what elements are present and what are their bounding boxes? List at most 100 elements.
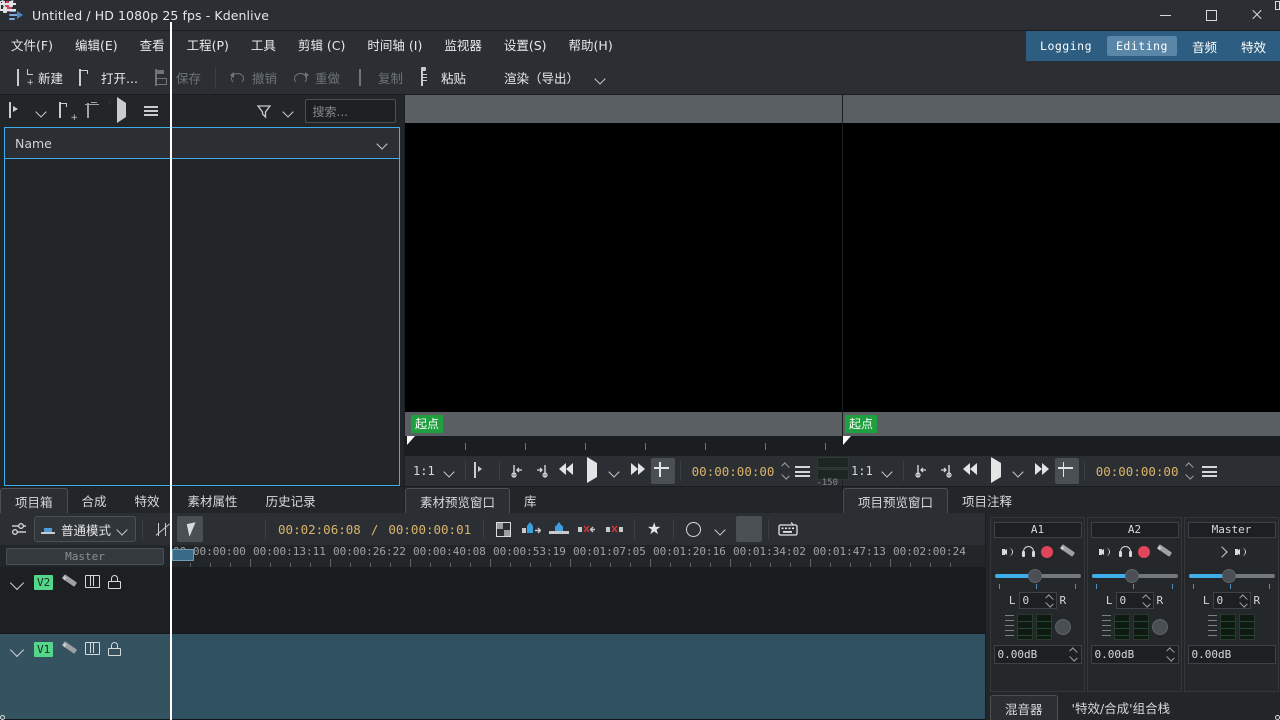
layout-tab-effects[interactable]: 特效 (1232, 34, 1275, 59)
rewind-button[interactable] (555, 458, 579, 484)
save-project-button[interactable]: 保存 (146, 65, 209, 90)
clip-monitor-timecode[interactable]: 00:00:00:00 (686, 464, 781, 479)
volume-spinner[interactable] (1166, 647, 1175, 662)
menu-help[interactable]: 帮助(H) (558, 31, 624, 61)
project-crop-button[interactable] (1055, 458, 1079, 484)
pan-spinner[interactable] (1239, 594, 1248, 608)
timeline-position-timecode[interactable]: 00:02:06:08 (272, 522, 367, 537)
tab-effects[interactable]: 特效 (121, 488, 174, 513)
project-play-button[interactable] (984, 458, 1008, 484)
menu-timeline[interactable]: 时间轴 (I) (356, 31, 433, 61)
mixer-strip-name-a1[interactable]: A1 (994, 522, 1082, 538)
timeline-zone-indicator[interactable] (172, 549, 194, 561)
minimize-button[interactable] (1142, 0, 1188, 31)
mute-speaker-icon[interactable] (1235, 546, 1249, 558)
overwrite-zone-button[interactable] (546, 516, 572, 542)
volume-field-a2[interactable]: 0.00dB (1091, 645, 1179, 664)
undo-button[interactable]: 撤销 (222, 65, 285, 90)
layout-tab-audio[interactable]: 音频 (1183, 34, 1226, 59)
clip-monitor-playhead[interactable] (407, 436, 415, 445)
lift-zone-button[interactable] (602, 516, 628, 542)
project-zone-start-marker[interactable]: 起点 (845, 415, 877, 433)
menu-tool[interactable]: 工具 (240, 31, 287, 61)
video-track-icon[interactable] (85, 642, 100, 655)
lock-track-icon[interactable] (108, 575, 121, 589)
track-name-v1[interactable]: V1 (34, 642, 53, 657)
tab-mixer[interactable]: 混音器 (990, 695, 1058, 720)
project-monitor-timecode[interactable]: 00:00:00:00 (1090, 464, 1185, 479)
play-options-button[interactable] (605, 458, 625, 484)
edit-mode-select[interactable]: 普通模式 (34, 516, 136, 542)
forward-button[interactable] (626, 458, 650, 484)
project-monitor-video[interactable] (843, 123, 1280, 412)
mixer-strip-name-master[interactable]: Master (1188, 522, 1276, 538)
bin-menu-button[interactable] (138, 99, 164, 123)
project-set-zone-out-button[interactable] (934, 458, 958, 484)
clip-monitor-zoom-menu[interactable] (440, 458, 460, 484)
tab-effect-stack[interactable]: '特效/合成'组合栈 (1058, 695, 1185, 720)
clip-monitor-zoom-level[interactable]: 1:1 (409, 458, 439, 484)
expand-chevron-icon[interactable] (8, 575, 26, 591)
play-button[interactable] (580, 458, 604, 484)
project-monitor-ruler[interactable] (843, 436, 1280, 456)
expand-arrow-icon[interactable] (1215, 545, 1229, 559)
timeline-playhead[interactable] (170, 545, 172, 720)
mix-clips-button[interactable] (490, 516, 516, 542)
pan-spinner[interactable] (1045, 594, 1054, 608)
tag-button[interactable] (110, 99, 136, 123)
project-monitor-menu-button[interactable] (1197, 458, 1221, 484)
solo-headphone-icon[interactable] (1022, 546, 1035, 558)
new-folder-button[interactable]: + (54, 99, 80, 123)
effect-wand-icon[interactable]: ✦ (1059, 545, 1073, 559)
tab-project-monitor[interactable]: 项目预览窗口 (843, 488, 948, 513)
preview-render-menu-button[interactable] (708, 516, 734, 542)
solo-headphone-icon[interactable] (1119, 546, 1132, 558)
expand-chevron-icon[interactable] (8, 642, 26, 658)
effect-wand-icon[interactable]: ✦ (1156, 545, 1170, 559)
volume-spinner[interactable] (1069, 647, 1078, 662)
tab-compositions[interactable]: 合成 (68, 488, 121, 513)
clip-monitor-zone-bar[interactable]: 起点 (405, 412, 842, 436)
pan-slider-master[interactable] (1189, 568, 1275, 584)
volume-knob-a2[interactable] (1152, 619, 1168, 635)
timeline-ruler[interactable]: 00:00:00:00 00:00:13:11 00:00:26:22 00:0… (170, 545, 985, 567)
menu-project[interactable]: 工程(P) (176, 31, 240, 61)
set-zone-out-button[interactable] (530, 458, 554, 484)
extract-zone-button[interactable] (574, 516, 600, 542)
add-clip-button[interactable] (4, 99, 30, 123)
timeline-settings-button[interactable] (6, 516, 32, 542)
pan-value-master[interactable]: 0 (1213, 592, 1251, 609)
set-zone-in-button[interactable] (505, 458, 529, 484)
clip-monitor-video[interactable] (405, 123, 842, 412)
clip-monitor-menu-button[interactable] (790, 458, 814, 484)
tab-project-bin[interactable]: 项目箱 (0, 488, 68, 513)
tab-history[interactable]: 历史记录 (252, 488, 330, 513)
copy-button[interactable]: 复制 (348, 65, 411, 90)
close-button[interactable] (1234, 0, 1280, 31)
pan-spinner[interactable] (1142, 594, 1151, 608)
project-set-zone-in-button[interactable] (909, 458, 933, 484)
track-name-v2[interactable]: V2 (34, 575, 53, 590)
video-track-icon[interactable] (85, 575, 100, 588)
track-lane-v1[interactable] (170, 634, 985, 720)
paste-button[interactable]: 粘贴 (411, 65, 474, 90)
pan-value-a2[interactable]: 0 (1116, 592, 1154, 609)
project-forward-button[interactable] (1030, 458, 1054, 484)
project-monitor-playhead[interactable] (843, 436, 851, 445)
menu-edit[interactable]: 编辑(E) (64, 31, 129, 61)
project-monitor-zoom-level[interactable]: 1:1 (847, 458, 877, 484)
tab-clip-monitor[interactable]: 素材预览窗口 (405, 488, 510, 513)
pan-slider-a1[interactable] (995, 568, 1081, 584)
new-project-button[interactable]: + 新建 (8, 65, 71, 90)
filter-button[interactable] (251, 99, 277, 123)
menu-settings[interactable]: 设置(S) (493, 31, 558, 61)
menu-view[interactable]: 查看 (129, 31, 176, 61)
layout-tab-editing[interactable]: Editing (1107, 36, 1177, 56)
master-track-button[interactable]: Master (6, 548, 164, 565)
toolbar-overflow-button[interactable] (587, 69, 615, 87)
project-rewind-button[interactable] (959, 458, 983, 484)
subtitle-tool-button[interactable] (775, 516, 801, 542)
search-input[interactable]: 搜索... (305, 99, 397, 123)
clip-monitor-zone-button[interactable] (470, 458, 494, 484)
tab-project-notes[interactable]: 项目注释 (948, 488, 1026, 513)
